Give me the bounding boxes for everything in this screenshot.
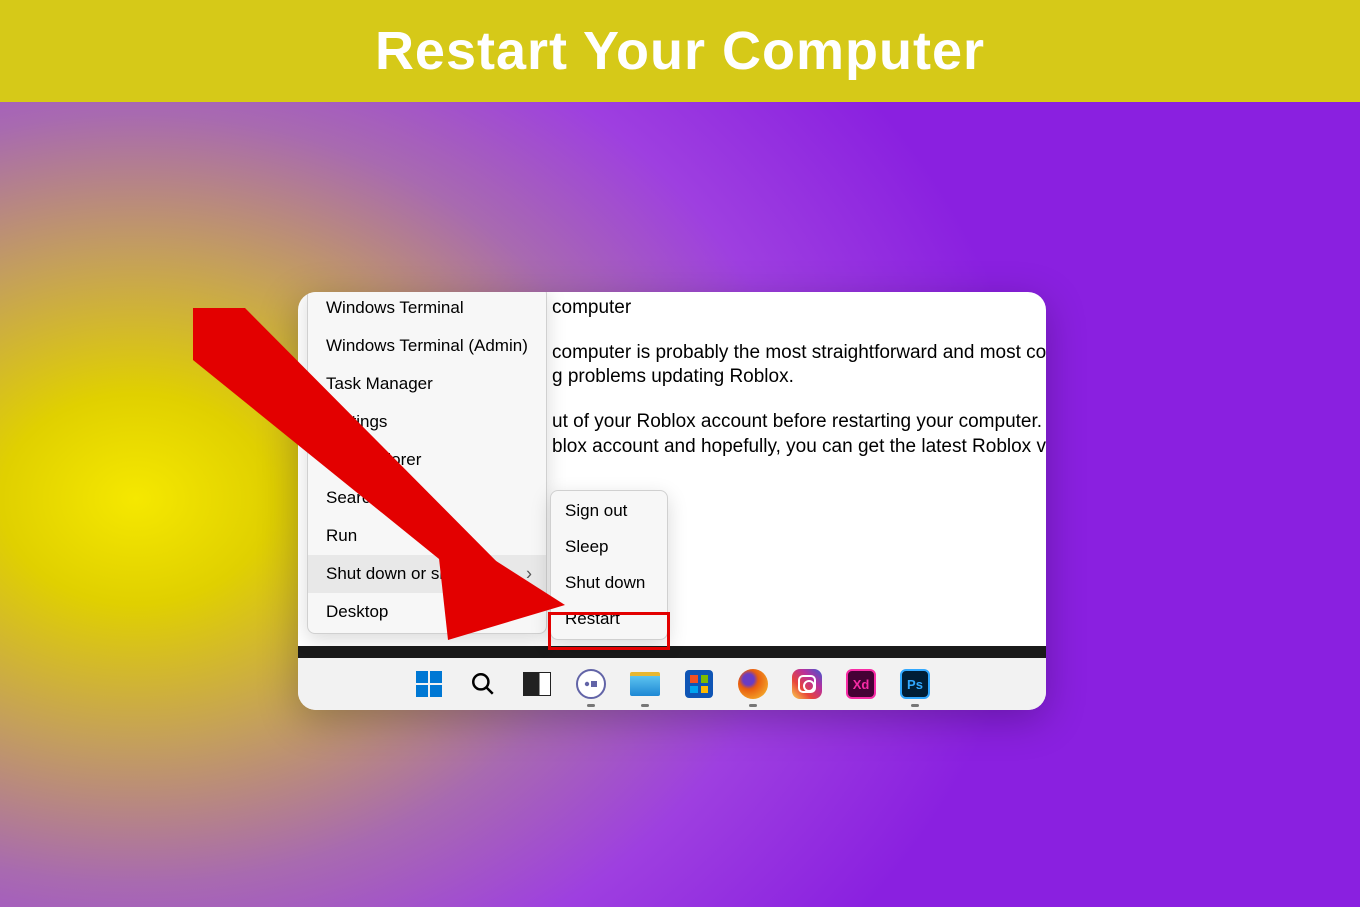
page-title: Restart Your Computer (375, 20, 985, 82)
taskbar-firefox-button[interactable] (736, 667, 770, 701)
microsoft-store-icon (685, 670, 713, 698)
menu-file-explorer[interactable]: File Explorer (308, 441, 546, 479)
menu-windows-terminal-admin[interactable]: Windows Terminal (Admin) (308, 327, 546, 365)
article-fragment: computer computer is probably the most s… (552, 296, 1046, 459)
submenu-shut-down[interactable]: Shut down (551, 565, 667, 601)
menu-run[interactable]: Run (308, 517, 546, 555)
submenu-sleep[interactable]: Sleep (551, 529, 667, 565)
taskbar-photoshop-button[interactable]: Ps (898, 667, 932, 701)
menu-search[interactable]: Search (308, 479, 546, 517)
menu-settings[interactable]: Settings (308, 403, 546, 441)
menu-windows-terminal[interactable]: Windows Terminal (308, 292, 546, 327)
menu-shutdown-signout[interactable]: Shut down or sign out (308, 555, 546, 593)
taskbar-file-explorer-button[interactable] (628, 667, 662, 701)
text-fragment: ut of your Roblox account before restart… (552, 410, 1046, 435)
photoshop-icon: Ps (900, 669, 930, 699)
instagram-icon (792, 669, 822, 699)
menu-task-manager[interactable]: Task Manager (308, 365, 546, 403)
windows-logo-icon (416, 671, 442, 697)
title-banner: Restart Your Computer (0, 0, 1360, 102)
taskbar-chat-button[interactable] (574, 667, 608, 701)
task-view-button[interactable] (520, 667, 554, 701)
windows-screenshot: computer computer is probably the most s… (298, 292, 1046, 710)
search-icon (470, 671, 496, 697)
task-view-icon (523, 672, 551, 696)
adobe-xd-icon: Xd (846, 669, 876, 699)
taskbar-microsoft-store-button[interactable] (682, 667, 716, 701)
text-fragment: computer (552, 296, 1046, 321)
text-fragment: blox account and hopefully, you can get … (552, 435, 1046, 460)
taskbar-instagram-button[interactable] (790, 667, 824, 701)
chat-icon (576, 669, 606, 699)
start-button[interactable] (412, 667, 446, 701)
submenu-sign-out[interactable]: Sign out (551, 493, 667, 529)
firefox-icon (738, 669, 768, 699)
file-explorer-icon (630, 672, 660, 696)
text-fragment: g problems updating Roblox. (552, 365, 1046, 390)
taskbar: Xd Ps (298, 658, 1046, 710)
winx-menu: Windows Terminal Windows Terminal (Admin… (307, 292, 547, 634)
window-border-strip (298, 646, 1046, 658)
power-submenu: Sign out Sleep Shut down Restart (550, 490, 668, 640)
menu-desktop[interactable]: Desktop (308, 593, 546, 631)
text-fragment: computer is probably the most straightfo… (552, 341, 1046, 366)
taskbar-adobe-xd-button[interactable]: Xd (844, 667, 878, 701)
submenu-restart[interactable]: Restart (551, 601, 667, 637)
taskbar-search-button[interactable] (466, 667, 500, 701)
